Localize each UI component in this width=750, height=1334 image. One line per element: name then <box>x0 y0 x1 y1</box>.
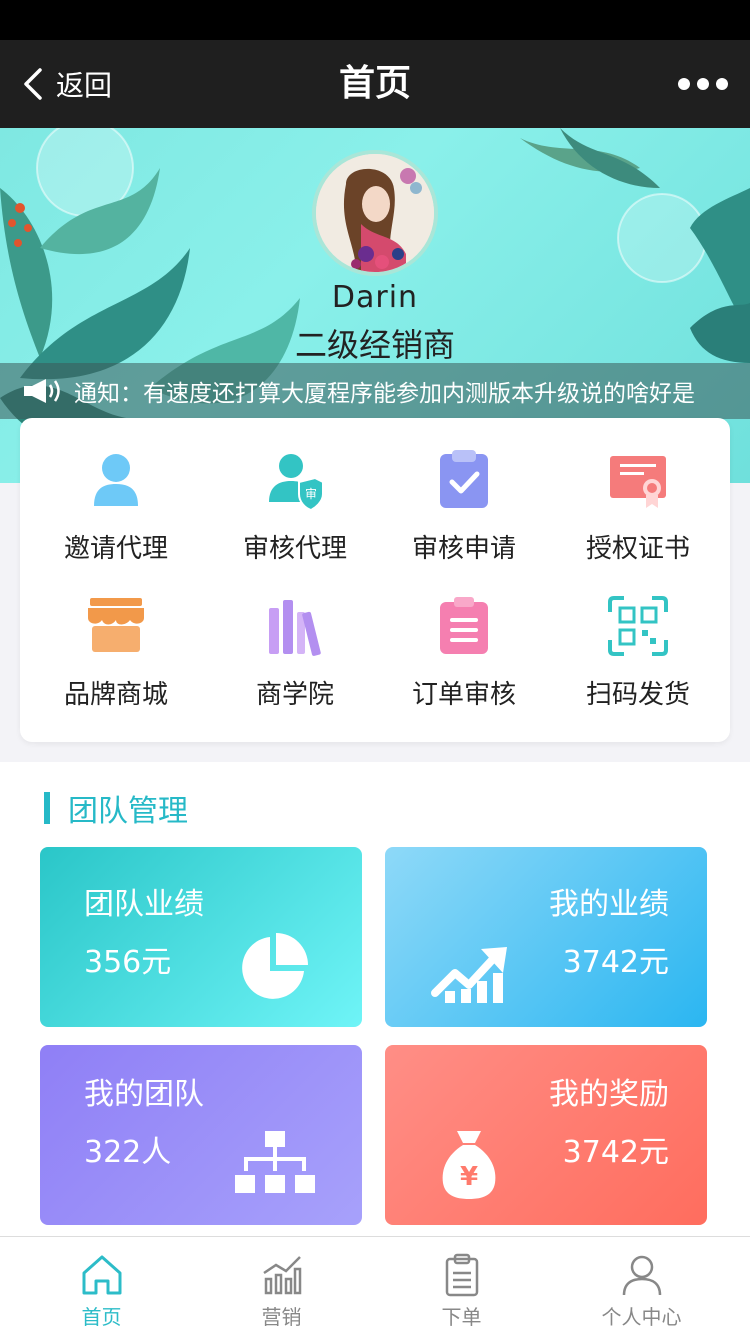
megaphone-icon <box>24 379 60 403</box>
bar-chart-icon <box>262 1256 301 1295</box>
avatar[interactable] <box>312 150 438 276</box>
my-rewards-card[interactable]: 我的奖励 3742元 ¥ <box>385 1045 707 1225</box>
books-icon <box>269 600 321 656</box>
grid-label: 商学院 <box>255 680 334 710</box>
card-title: 我的奖励 <box>549 1077 669 1112</box>
org-chart-icon <box>235 1131 315 1193</box>
team-management-section: 团队管理 团队业绩 356元 我的业绩 3742元 我的团队 322人 我的奖励… <box>0 762 750 1236</box>
notice-bar[interactable]: 通知：有速度还打算大厦程序能参加内测版本升级说的啥好是 <box>0 363 750 419</box>
grid-item-review-application[interactable]: 审核申请 <box>374 448 554 588</box>
order-list-icon <box>440 597 488 654</box>
trend-up-icon <box>431 947 507 1003</box>
team-performance-card[interactable]: 团队业绩 356元 <box>40 847 362 1027</box>
tab-home[interactable]: 首页 <box>8 1237 195 1334</box>
grid-label: 扫码发货 <box>585 680 690 710</box>
agent-review-icon: 审 <box>269 454 324 512</box>
card-title: 团队业绩 <box>84 887 204 922</box>
pie-chart-icon <box>242 933 308 999</box>
more-dots-icon <box>678 78 690 90</box>
clipboard-check-icon <box>440 450 488 508</box>
grid-label: 授权证书 <box>585 534 690 564</box>
grid-item-certificate[interactable]: 授权证书 <box>548 448 728 588</box>
clipboard-icon <box>445 1253 478 1297</box>
user-name: Darin <box>331 280 419 315</box>
grid-label: 审核申请 <box>411 534 516 564</box>
grid-item-invite-agent[interactable]: 邀请代理 <box>26 448 206 588</box>
user-role: 二级经销商 <box>294 326 455 364</box>
card-title: 我的业绩 <box>549 887 669 922</box>
tab-order[interactable]: 下单 <box>368 1237 555 1334</box>
qr-scan-icon <box>608 596 668 656</box>
user-icon <box>622 1255 661 1296</box>
avatar-illustration <box>316 154 434 272</box>
grid-item-business-school[interactable]: 商学院 <box>205 594 385 734</box>
tab-label: 首页 <box>81 1305 122 1329</box>
card-value: 3742元 <box>562 1135 669 1170</box>
function-grid: 邀请代理 审 审核代理 审核申请 授权证书 品牌商城 商学院 订单审核 扫码发货 <box>20 418 730 742</box>
section-accent-bar <box>44 792 50 824</box>
section-title: 团队管理 <box>44 790 188 829</box>
card-value: 322人 <box>84 1135 172 1170</box>
home-icon <box>82 1255 121 1295</box>
page-title: 首页 <box>338 63 411 104</box>
tab-label: 个人中心 <box>601 1305 682 1329</box>
tab-label: 营销 <box>261 1305 302 1329</box>
grid-label: 审核代理 <box>242 534 347 564</box>
svg-text:¥: ¥ <box>460 1162 478 1192</box>
card-value: 356元 <box>84 945 172 980</box>
store-icon <box>88 598 144 652</box>
grid-item-brand-store[interactable]: 品牌商城 <box>26 594 206 734</box>
section-title-text: 团队管理 <box>68 794 188 829</box>
more-button[interactable] <box>678 40 728 128</box>
certificate-icon <box>610 456 666 508</box>
grid-item-order-review[interactable]: 订单审核 <box>374 594 554 734</box>
notice-text: 通知：有速度还打算大厦程序能参加内测版本升级说的啥好是 <box>74 381 695 407</box>
grid-item-review-agent[interactable]: 审 审核代理 <box>205 448 385 588</box>
tab-profile[interactable]: 个人中心 <box>548 1237 735 1334</box>
card-title: 我的团队 <box>84 1077 204 1112</box>
person-icon <box>94 454 138 506</box>
money-bag-icon: ¥ <box>442 1131 496 1199</box>
grid-label: 邀请代理 <box>63 534 168 564</box>
grid-item-scan-ship[interactable]: 扫码发货 <box>548 594 728 734</box>
tab-label: 下单 <box>441 1305 482 1329</box>
my-performance-card[interactable]: 我的业绩 3742元 <box>385 847 707 1027</box>
tab-marketing[interactable]: 营销 <box>188 1237 375 1334</box>
my-team-card[interactable]: 我的团队 322人 <box>40 1045 362 1225</box>
grid-label: 品牌商城 <box>63 680 168 710</box>
status-bar <box>0 0 750 40</box>
svg-text:审: 审 <box>305 486 317 501</box>
card-value: 3742元 <box>562 945 669 980</box>
bottom-tab-bar: 首页 营销 下单 个人中心 <box>0 1236 750 1334</box>
nav-bar: 返回 首页 <box>0 40 750 128</box>
grid-label: 订单审核 <box>411 680 516 710</box>
